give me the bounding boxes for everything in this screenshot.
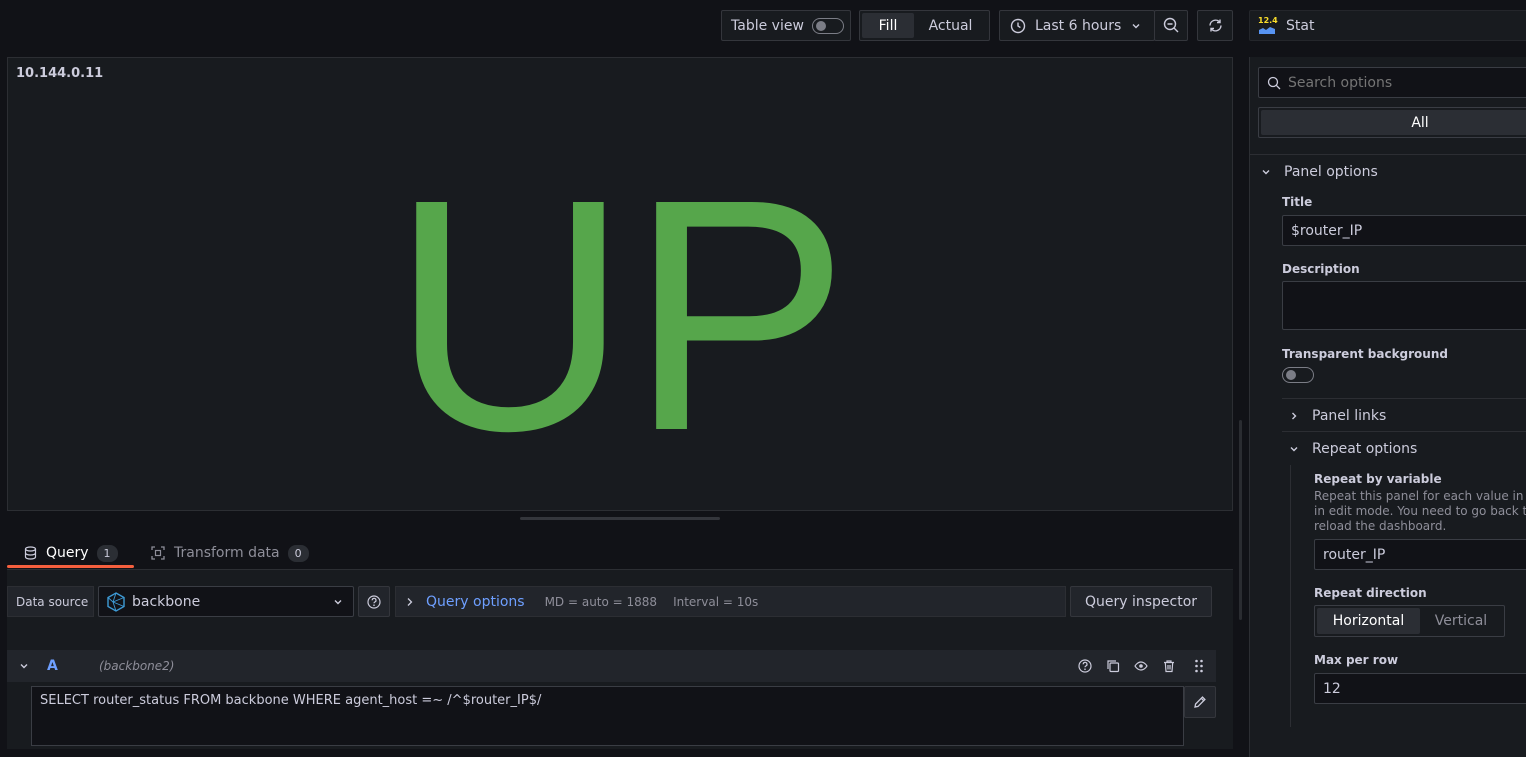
chevron-right-icon — [1288, 410, 1300, 422]
actual-option[interactable]: Actual — [914, 13, 987, 38]
chevron-right-icon — [406, 597, 414, 607]
toggle-edit-mode-button[interactable] — [1184, 686, 1216, 718]
collapse-chevron-icon[interactable] — [19, 661, 29, 671]
datasource-logo-icon — [106, 591, 126, 612]
repeat-description-line: Repeat this panel for each value in th — [1314, 489, 1526, 503]
zoom-out-icon — [1163, 17, 1180, 34]
search-icon — [1267, 76, 1281, 90]
data-source-label: Data source — [7, 586, 94, 617]
data-source-name: backbone — [132, 593, 201, 610]
repeat-direction-label: Repeat direction — [1314, 586, 1427, 600]
data-source-picker[interactable]: backbone — [98, 586, 354, 617]
time-range-picker[interactable]: Last 6 hours — [999, 10, 1155, 41]
horizontal-option[interactable]: Horizontal — [1317, 608, 1420, 634]
repeat-description: Repeat this panel for each value in th i… — [1314, 489, 1526, 534]
trash-icon[interactable] — [1162, 659, 1176, 673]
nested-indent-line — [1290, 465, 1291, 727]
vertical-scrollbar[interactable] — [1239, 420, 1242, 620]
fill-option[interactable]: Fill — [862, 13, 914, 38]
panel-options-section-header[interactable]: Panel options — [1260, 162, 1378, 182]
repeat-description-line: reload the dashboard. — [1314, 519, 1447, 533]
max-data-points: MD = auto = 1888 — [544, 594, 658, 609]
search-options-input[interactable] — [1288, 74, 1518, 91]
pencil-icon — [1193, 695, 1207, 709]
panel-links-section-header[interactable]: Panel links — [1288, 406, 1386, 426]
max-per-row-label: Max per row — [1314, 653, 1399, 667]
repeat-variable-select[interactable]: router_IP — [1314, 539, 1526, 570]
description-label: Description — [1282, 262, 1360, 276]
filter-all-option[interactable]: All — [1261, 110, 1526, 135]
transform-icon — [151, 546, 165, 560]
fill-actual-radio: Fill Actual — [859, 10, 990, 41]
chevron-down-icon — [1260, 166, 1272, 178]
zoom-out-button[interactable] — [1154, 10, 1188, 41]
repeat-direction-radio: Horizontal Vertical — [1314, 605, 1505, 637]
table-view-switch[interactable] — [811, 17, 844, 34]
time-range-label: Last 6 hours — [1035, 17, 1122, 34]
sql-query-editor[interactable]: SELECT router_status FROM backbone WHERE… — [31, 686, 1184, 746]
panel-preview: 10.144.0.11 UP — [7, 57, 1233, 511]
visualization-picker[interactable]: 12.4 Stat — [1249, 10, 1526, 41]
stat-value: UP — [390, 130, 850, 499]
pane-resize-handle[interactable] — [520, 517, 720, 520]
max-per-row-select[interactable]: 12 — [1314, 673, 1526, 704]
duplicate-icon[interactable] — [1106, 659, 1120, 673]
query-options-bar[interactable]: Query options MD = auto = 1888 Interval … — [395, 586, 1066, 617]
query-ref-id[interactable]: A — [47, 658, 99, 674]
viz-name: Stat — [1286, 17, 1315, 34]
database-icon — [24, 546, 37, 560]
divider — [1282, 398, 1526, 399]
tab-query-count: 1 — [96, 544, 118, 562]
panel-links-label: Panel links — [1312, 408, 1387, 424]
refresh-icon — [1207, 17, 1224, 34]
title-input[interactable]: $router_IP — [1282, 215, 1526, 246]
tab-query-label: Query — [46, 545, 89, 561]
repeat-description-line: in edit mode. You need to go back to — [1314, 504, 1526, 518]
eye-icon[interactable] — [1134, 659, 1148, 673]
table-view-label: Table view — [731, 17, 804, 34]
help-icon[interactable] — [1078, 659, 1092, 673]
repeat-options-section-header[interactable]: Repeat options — [1288, 439, 1417, 459]
query-row-header: A (backbone2) — [7, 650, 1216, 682]
divider — [1282, 431, 1526, 432]
transparent-background-switch[interactable] — [1282, 367, 1314, 383]
data-source-help-button[interactable] — [358, 586, 390, 617]
chevron-down-icon — [333, 597, 343, 607]
title-label: Title — [1282, 195, 1313, 209]
panel-options-label: Panel options — [1284, 164, 1378, 180]
tab-transform-count: 0 — [287, 544, 309, 562]
table-view-toggle[interactable]: Table view — [721, 10, 851, 41]
repeat-options-label: Repeat options — [1312, 441, 1418, 457]
divider — [1250, 154, 1526, 155]
query-options-label[interactable]: Query options — [426, 594, 525, 610]
panel-title: 10.144.0.11 — [16, 66, 104, 81]
description-textarea[interactable] — [1282, 281, 1526, 330]
tab-transform-data[interactable]: Transform data 0 — [151, 537, 309, 569]
drag-handle-icon[interactable] — [1194, 659, 1204, 673]
query-inspector-button[interactable]: Query inspector — [1070, 586, 1212, 617]
question-circle-icon — [367, 594, 381, 609]
query-datasource-name: (backbone2) — [99, 659, 175, 673]
refresh-button[interactable] — [1197, 10, 1233, 41]
vertical-option[interactable]: Vertical — [1420, 608, 1502, 634]
clock-icon — [1010, 18, 1026, 34]
stat-viz-icon: 12.4 — [1258, 16, 1278, 35]
chevron-down-icon — [1131, 21, 1141, 31]
tab-transform-label: Transform data — [174, 545, 280, 561]
transparent-background-label: Transparent background — [1282, 347, 1448, 361]
query-interval: Interval = 10s — [673, 594, 759, 609]
chevron-down-icon — [1288, 443, 1300, 455]
active-tab-indicator — [7, 565, 134, 568]
repeat-by-variable-label: Repeat by variable — [1314, 472, 1442, 486]
search-options-field[interactable] — [1258, 67, 1526, 98]
options-filter-radio: All — [1258, 107, 1526, 138]
